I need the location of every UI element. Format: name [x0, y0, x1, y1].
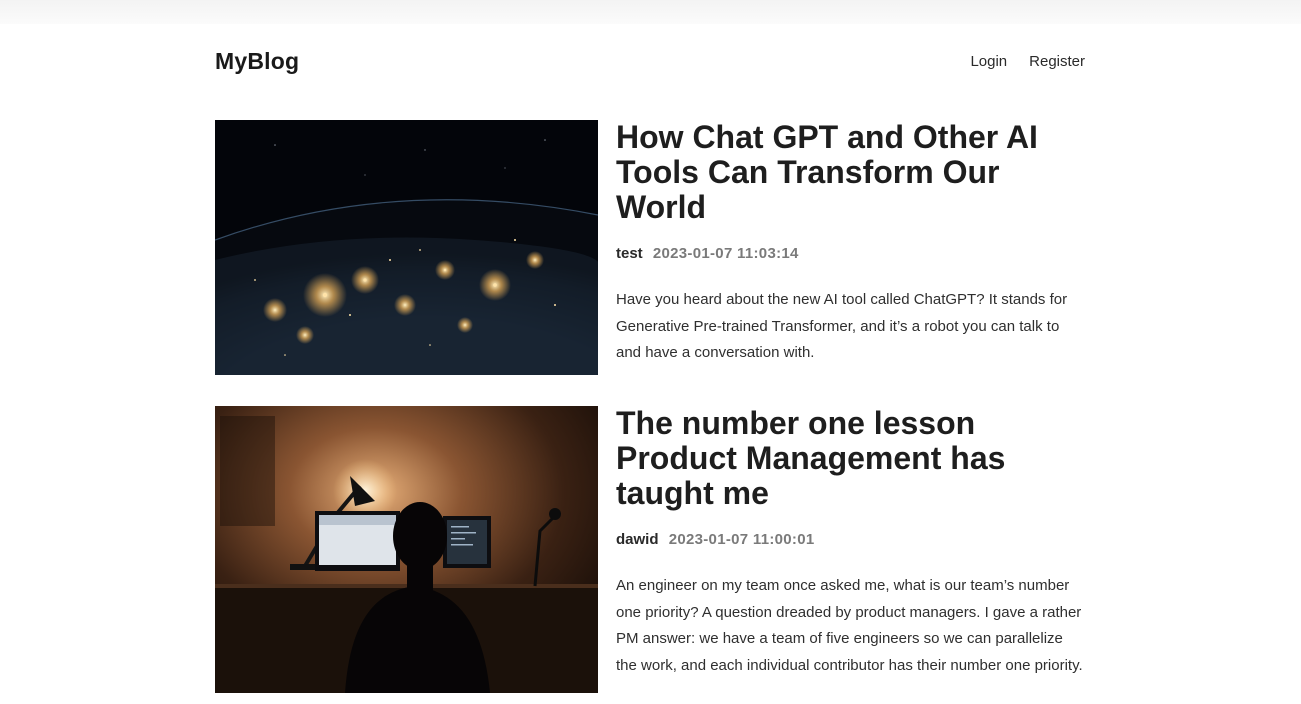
post-date: 2023-01-07 11:03:14 — [652, 245, 799, 262]
earth-at-night-image — [215, 120, 598, 375]
post-excerpt: Have you heard about the new AI tool cal… — [616, 291, 1068, 362]
post-thumbnail-desk[interactable] — [215, 406, 598, 693]
register-link[interactable]: Register — [1029, 53, 1085, 70]
post-content: The number one lesson Product Management… — [616, 406, 1085, 693]
post-excerpt: An engineer on my team once asked me, wh… — [616, 577, 1083, 675]
post-meta: test 2023-01-07 11:03:14 — [616, 245, 1085, 263]
post-author: test — [616, 245, 643, 262]
post-title[interactable]: How Chat GPT and Other AI Tools Can Tran… — [616, 120, 1085, 225]
browser-top-strip — [0, 0, 1301, 24]
post-card: How Chat GPT and Other AI Tools Can Tran… — [215, 120, 1085, 375]
post-content: How Chat GPT and Other AI Tools Can Tran… — [616, 120, 1085, 375]
navbar: MyBlog Login Register — [215, 44, 1085, 78]
post-thumbnail-earth[interactable] — [215, 120, 598, 375]
person-at-desk-image — [215, 406, 598, 693]
nav-links: Login Register — [970, 53, 1085, 70]
login-link[interactable]: Login — [970, 53, 1007, 70]
post-title[interactable]: The number one lesson Product Management… — [616, 406, 1085, 511]
post-card: The number one lesson Product Management… — [215, 406, 1085, 693]
post-date: 2023-01-07 11:00:01 — [668, 531, 815, 548]
post-author: dawid — [616, 531, 659, 548]
post-meta: dawid 2023-01-07 11:00:01 — [616, 531, 1085, 549]
site-logo[interactable]: MyBlog — [215, 48, 299, 75]
